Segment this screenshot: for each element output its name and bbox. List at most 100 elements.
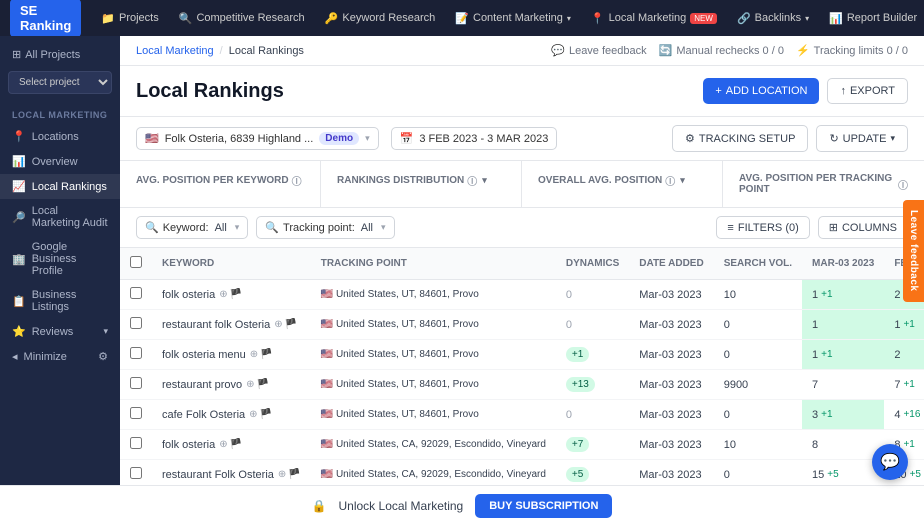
chat-button[interactable]: 💬 (872, 444, 908, 480)
sidebar-item-locations[interactable]: 📍 Locations (0, 124, 120, 149)
col-header-search-vol[interactable]: SEARCH VOL. (714, 248, 802, 280)
table-header-row: KEYWORD TRACKING POINT DYNAMICS DATE ADD… (120, 248, 924, 280)
tracking-point-text: United States, UT, 84601, Provo (336, 319, 479, 330)
row-checkbox[interactable] (130, 407, 142, 419)
rank-value: 2 (894, 349, 900, 361)
tp-flag-icon: 🇺🇸 (321, 439, 333, 450)
sidebar-item-google-business[interactable]: 🏢 Google Business Profile (0, 235, 120, 283)
target-icon: ⊕ (278, 469, 286, 480)
add-location-button[interactable]: + ADD LOCATION (703, 78, 819, 104)
pin-icon: 🏴 (230, 289, 242, 300)
table-row: restaurant provo ⊕ 🏴 🇺🇸 United States, U… (120, 370, 924, 400)
select-all-checkbox[interactable] (130, 256, 142, 268)
tracking-limits[interactable]: ⚡ Tracking limits 0 / 0 (796, 44, 908, 57)
row-checkbox[interactable] (130, 317, 142, 329)
filters-button[interactable]: ≡ FILTERS (0) (716, 216, 809, 239)
lock-icon: 🔒 (312, 499, 327, 513)
leave-feedback-btn[interactable]: 💬 Leave feedback (551, 44, 646, 57)
table-row: cafe Folk Osteria ⊕ 🏴 🇺🇸 United States, … (120, 400, 924, 430)
dynamics-badge: +7 (566, 437, 589, 452)
pin-icon: 🏴 (230, 439, 242, 450)
row-checkbox[interactable] (130, 287, 142, 299)
update-button[interactable]: ↻ UPDATE ▾ (816, 125, 908, 152)
search-volume: 0 (714, 310, 802, 340)
nav-competitive-research[interactable]: 🔍 Competitive Research (171, 8, 313, 29)
keyword-text: restaurant folk Osteria (162, 319, 270, 331)
search-volume: 9900 (714, 370, 802, 400)
target-icon: ⊕ (250, 349, 258, 360)
export-button[interactable]: ↑ EXPORT (827, 78, 908, 104)
info-icon: ⓘ (292, 173, 302, 188)
chevron-down-icon: ▾ (365, 133, 370, 144)
tp-flag-icon: 🇺🇸 (321, 319, 333, 330)
target-icon: ⊕ (219, 289, 227, 300)
row-checkbox[interactable] (130, 437, 142, 449)
nav-report-builder[interactable]: 📊 Report Builder (821, 8, 924, 29)
keyword-text: folk osteria (162, 439, 215, 451)
leave-feedback-tab[interactable]: Leave feedback (903, 200, 924, 302)
rank-value: 1 +1 (812, 349, 874, 361)
row-checkbox[interactable] (130, 377, 142, 389)
nav-projects[interactable]: 📁 Projects (93, 8, 166, 29)
minimize-bar[interactable]: ◂Minimize⚙ (0, 344, 120, 369)
sidebar-item-local-rankings[interactable]: 📈 Local Rankings (0, 174, 120, 199)
col-header-mar03[interactable]: MAR-03 2023 (802, 248, 884, 280)
tracking-icon: ⚡ (796, 44, 810, 57)
rank-value: 4 +16 (894, 409, 924, 421)
stat-avg-tracking-point: AVG. POSITION PER TRACKING POINT ⓘ (723, 161, 924, 207)
stat-rankings-distribution: RANKINGS DISTRIBUTION ⓘ ▾ (321, 161, 522, 207)
date-range-selector[interactable]: 📅 3 FEB 2023 - 3 MAR 2023 (391, 127, 558, 150)
sidebar-item-business-listings[interactable]: 📋 Business Listings (0, 283, 120, 319)
manual-rechecks[interactable]: 🔄 Manual rechecks 0 / 0 (659, 44, 784, 57)
table-row: restaurant folk Osteria ⊕ 🏴 🇺🇸 United St… (120, 310, 924, 340)
col-header-date[interactable]: DATE ADDED (629, 248, 713, 280)
sidebar-all-projects[interactable]: ⊞ All Projects (0, 44, 120, 65)
info-icon: ⓘ (898, 177, 908, 192)
tracking-point-filter[interactable]: 🔍 Tracking point: All ▾ (256, 216, 394, 239)
nav-local-marketing[interactable]: 📍 Local Marketing NEW (583, 8, 725, 29)
nav-keyword-research[interactable]: 🔑 Keyword Research (317, 8, 444, 29)
pin-icon: 🏴 (288, 469, 300, 480)
keyword-text: cafe Folk Osteria (162, 409, 245, 421)
locations-icon: 📍 (12, 130, 26, 143)
row-checkbox[interactable] (130, 467, 142, 479)
sidebar-item-reviews[interactable]: ⭐ Reviews ▾ (0, 319, 120, 344)
col-header-dynamics[interactable]: DYNAMICS (556, 248, 629, 280)
sidebar-item-local-audit[interactable]: 🔎 Local Marketing Audit (0, 199, 120, 235)
breadcrumb-parent[interactable]: Local Marketing (136, 45, 214, 57)
backlinks-icon: 🔗 (737, 12, 751, 25)
table-row: folk osteria ⊕ 🏴 🇺🇸 United States, UT, 8… (120, 280, 924, 310)
gear-icon[interactable]: ⚙ (98, 350, 108, 363)
rankings-icon: 📈 (12, 180, 26, 193)
search-volume: 10 (714, 280, 802, 310)
rank-value: 7 +1 (894, 379, 924, 391)
top-navbar: SE Ranking 📁 Projects 🔍 Competitive Rese… (0, 0, 924, 36)
rank-value: 15 +5 (812, 469, 874, 481)
info-icon: ⓘ (665, 173, 675, 188)
nav-backlinks[interactable]: 🔗 Backlinks ▾ (729, 8, 817, 29)
sidebar-item-overview[interactable]: 📊 Overview (0, 149, 120, 174)
tracking-setup-button[interactable]: ⚙ TRACKING SETUP (672, 125, 808, 152)
keyword-icon: 🔑 (325, 12, 339, 25)
col-header-tracking[interactable]: TRACKING POINT (311, 248, 556, 280)
location-selector[interactable]: 🇺🇸 Folk Osteria, 6839 Highland ... Demo … (136, 127, 379, 150)
col-header-keyword[interactable]: KEYWORD (152, 248, 311, 280)
project-select[interactable]: Select project (8, 71, 112, 94)
brand-logo[interactable]: SE Ranking (10, 0, 81, 37)
dynamics-badge: +5 (566, 467, 589, 482)
chevron-down-icon: ▾ (103, 326, 108, 337)
sidebar: ⊞ All Projects Select project LOCAL MARK… (0, 36, 120, 526)
target-icon: ⊕ (249, 409, 257, 420)
columns-button[interactable]: ⊞ COLUMNS (818, 216, 908, 239)
listings-icon: 📋 (12, 295, 26, 308)
row-checkbox[interactable] (130, 347, 142, 359)
us-flag-icon: 🇺🇸 (145, 132, 159, 145)
keyword-filter[interactable]: 🔍 Keyword: All ▾ (136, 216, 248, 239)
calendar-icon: 📅 (400, 132, 414, 145)
buy-subscription-button[interactable]: BUY SUBSCRIPTION (475, 494, 612, 518)
competitive-icon: 🔍 (179, 12, 193, 25)
filter-bar: 🇺🇸 Folk Osteria, 6839 Highland ... Demo … (120, 117, 924, 161)
rank-value: 8 (812, 439, 818, 451)
nav-content-marketing[interactable]: 📝 Content Marketing ▾ (447, 8, 579, 29)
date-added: Mar-03 2023 (629, 370, 713, 400)
